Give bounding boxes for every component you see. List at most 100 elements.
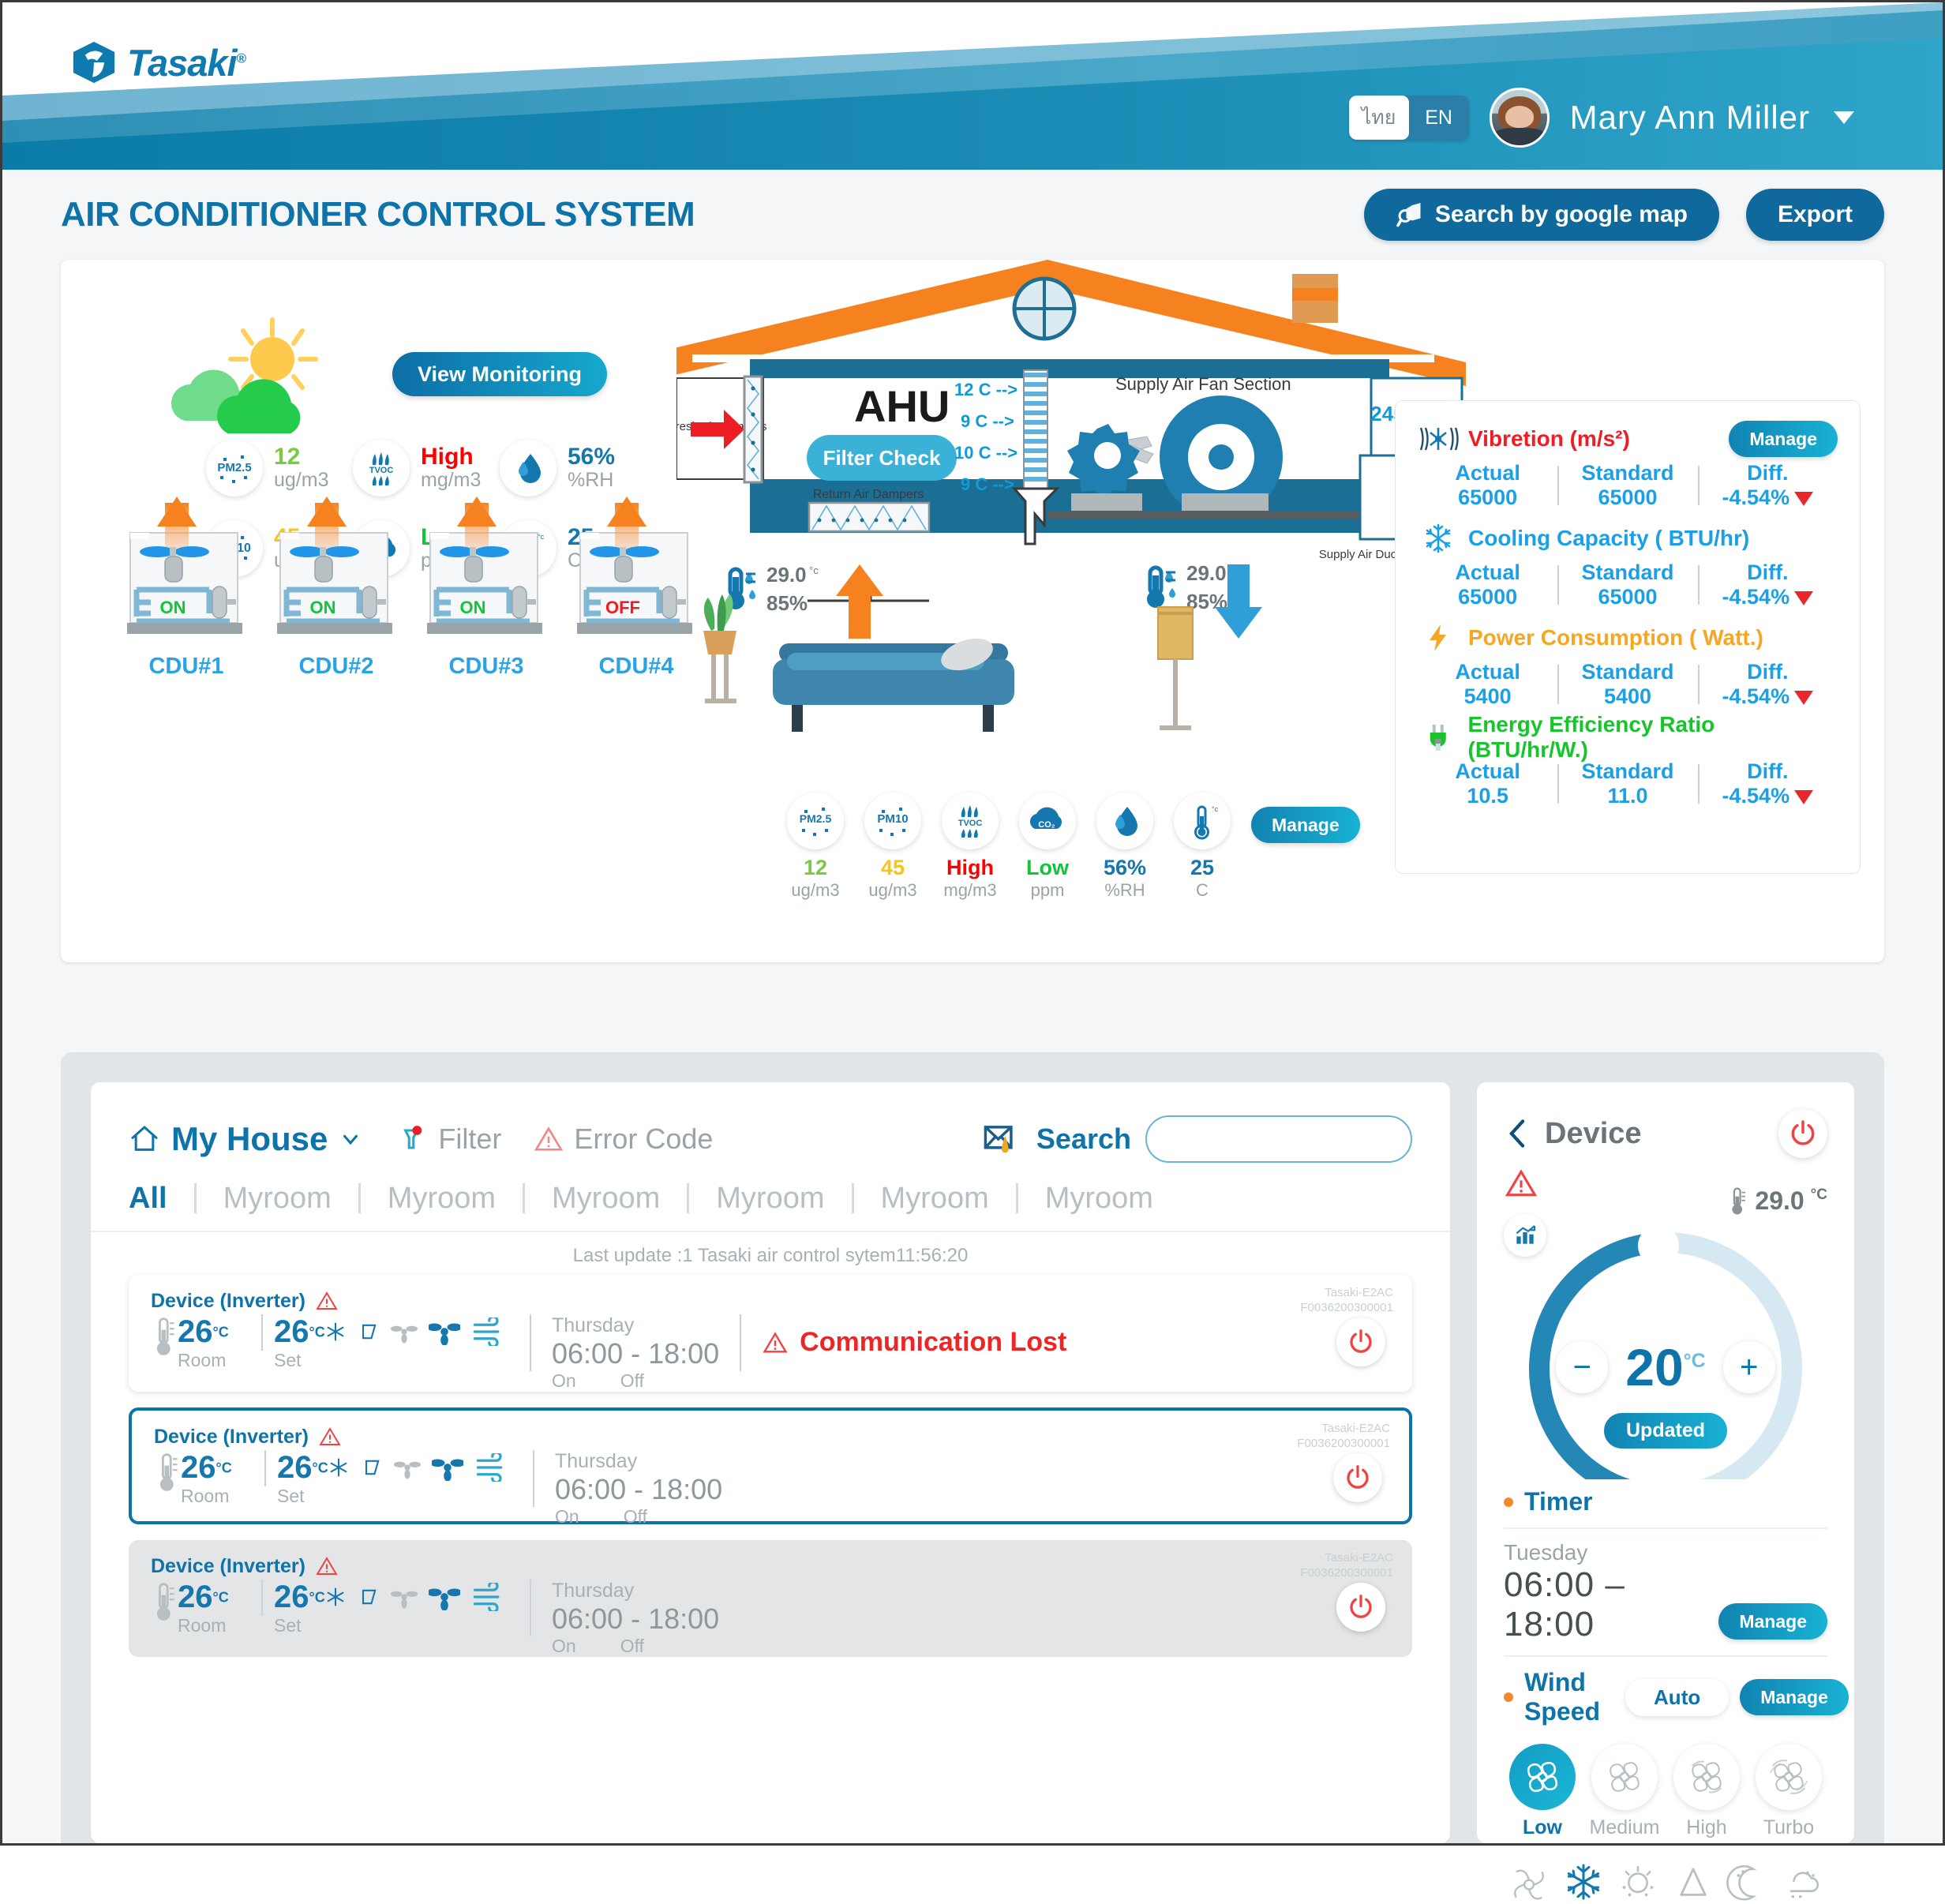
- user-name[interactable]: Mary Ann Miller: [1570, 99, 1810, 137]
- room-sensor-manage-button[interactable]: Manage: [1251, 807, 1360, 843]
- bullet-dot: [1504, 1692, 1513, 1702]
- metric-manage-label: Manage: [1749, 428, 1817, 449]
- house-selector[interactable]: My House: [129, 1120, 362, 1158]
- set-temperature-value: 20: [1625, 1338, 1684, 1396]
- temperature-dial[interactable]: − 20°C + Updated: [1504, 1219, 1827, 1505]
- logo-text: Tasaki®: [127, 41, 246, 84]
- room-temp-caption: Room: [178, 1350, 227, 1370]
- wind-auto-label: Auto: [1654, 1685, 1701, 1709]
- overview-panel: View Monitoring PM2.5 12 ug/m3 TVOC High m…: [61, 260, 1884, 962]
- metric-standard-label: Standard: [1581, 759, 1674, 783]
- dry-icon[interactable]: [1780, 1860, 1824, 1904]
- cdu-diagram-icon: ON: [427, 497, 542, 634]
- wind-auto-button[interactable]: Auto: [1625, 1678, 1730, 1716]
- fan-icon-turbo[interactable]: [1756, 1744, 1822, 1810]
- device-serial: Tasaki-E2AC F0036200300001: [1300, 1286, 1393, 1316]
- mail-alert-icon: [984, 1126, 1013, 1153]
- fan-icon-medium[interactable]: [1591, 1744, 1658, 1810]
- error-code-button[interactable]: Error Code: [533, 1123, 713, 1156]
- metric-title: Cooling Capacity ( BTU/hr): [1468, 526, 1750, 550]
- search-input[interactable]: [1145, 1115, 1412, 1163]
- room-sensor-item: 56% %RH: [1096, 793, 1153, 901]
- set-temp-caption: Set: [274, 1350, 302, 1370]
- chevron-down-icon[interactable]: [1834, 111, 1854, 124]
- table-row[interactable]: Tasaki-E2AC F0036200300001 Device (Inver…: [129, 1407, 1412, 1527]
- table-row[interactable]: Tasaki-E2AC F0036200300001 Device (Inver…: [129, 1275, 1412, 1392]
- metric-actual-value: 10.5: [1467, 784, 1508, 808]
- chevron-down-icon[interactable]: [339, 1127, 362, 1151]
- tab-myroom-6[interactable]: Myroom: [1018, 1183, 1180, 1213]
- sun-icon[interactable]: [1616, 1860, 1660, 1904]
- page-titlebar: AIR CONDITIONER CONTROL SYSTEM Search by…: [2, 170, 1943, 260]
- wind-manage-button[interactable]: Manage: [1740, 1679, 1849, 1715]
- view-monitoring-button[interactable]: View Monitoring: [392, 352, 607, 396]
- updated-badge[interactable]: Updated: [1604, 1413, 1727, 1449]
- search-by-google-map-label: Search by google map: [1434, 201, 1688, 227]
- fan-speed-high[interactable]: High: [1668, 1744, 1745, 1839]
- timer-manage-button[interactable]: Manage: [1718, 1603, 1827, 1640]
- sensor-unit: mg/m3: [421, 469, 482, 492]
- tab-myroom-2[interactable]: Myroom: [361, 1183, 526, 1213]
- snowflake-icon: [327, 1322, 344, 1341]
- logo-registered: ®: [236, 50, 246, 66]
- avatar[interactable]: [1489, 88, 1550, 148]
- brand-logo[interactable]: Tasaki®: [72, 40, 246, 84]
- metric-manage-button[interactable]: Manage: [1729, 421, 1838, 457]
- power-button[interactable]: [1336, 1583, 1385, 1632]
- coil-temp: 12 C -->: [954, 380, 1017, 399]
- set-temperature: 20°C: [1625, 1337, 1705, 1397]
- export-label: Export: [1777, 201, 1853, 227]
- cdu-label: CDU#3: [448, 654, 524, 679]
- language-toggle[interactable]: ไทย EN: [1348, 96, 1469, 140]
- avatar-body: [1493, 128, 1546, 145]
- back-chevron-icon[interactable]: [1504, 1116, 1531, 1151]
- table-row[interactable]: Tasaki-E2AC F0036200300001 Device (Inver…: [129, 1540, 1412, 1657]
- tab-myroom-5[interactable]: Myroom: [854, 1183, 1018, 1213]
- wind-manage-label: Manage: [1760, 1686, 1828, 1707]
- snowflake-icon[interactable]: [1561, 1860, 1606, 1904]
- fan-speed-turbo[interactable]: Turbo: [1750, 1744, 1827, 1839]
- device-serial-no: F0036200300001: [1300, 1300, 1393, 1314]
- moon-icon[interactable]: [1726, 1860, 1770, 1904]
- dry-mode-icon: [362, 1324, 377, 1340]
- temperature-group: 26°C Room 26°C Set: [178, 1314, 347, 1371]
- search-by-google-map-button[interactable]: Search by google map: [1363, 189, 1719, 241]
- cdu-unit[interactable]: ON CDU#1: [119, 495, 253, 680]
- warning-triangle-icon: [534, 1126, 564, 1151]
- metric-standard-label: Standard: [1581, 560, 1674, 584]
- tab-myroom-1[interactable]: Myroom: [197, 1183, 361, 1213]
- power-button[interactable]: [1333, 1453, 1382, 1502]
- filter-button[interactable]: Filter: [394, 1122, 501, 1156]
- pm10-icon: PM10: [864, 793, 921, 849]
- lang-option-en[interactable]: EN: [1409, 96, 1469, 140]
- cdu-unit[interactable]: ON CDU#3: [419, 495, 553, 680]
- set-temp-unit: °C: [309, 1589, 325, 1606]
- room-temp-value: 26: [178, 1314, 213, 1349]
- tab-myroom-3[interactable]: Myroom: [525, 1183, 690, 1213]
- lang-option-thai[interactable]: ไทย: [1348, 96, 1409, 140]
- fan-speed-medium[interactable]: Medium: [1586, 1744, 1663, 1839]
- metric-diff-value: -4.54%: [1722, 585, 1790, 609]
- off-caption: Off: [623, 1506, 647, 1527]
- warning-triangle-icon[interactable]: [1504, 1166, 1538, 1201]
- power-button[interactable]: [1336, 1317, 1385, 1366]
- device-power-button[interactable]: [1778, 1109, 1827, 1158]
- export-button[interactable]: Export: [1745, 189, 1884, 241]
- fan-icon-high[interactable]: [1673, 1744, 1740, 1810]
- metric-vibration: Vibretion (m/s²) Manage Actual 65000 Stan…: [1418, 418, 1838, 510]
- device-section: My House Filter Error Code Search All My…: [61, 1052, 1884, 1901]
- temp-increase-button[interactable]: +: [1722, 1341, 1775, 1393]
- cdu-unit[interactable]: ON CDU#2: [269, 495, 403, 680]
- warning-triangle-icon: [316, 1291, 338, 1310]
- fan-speed-low[interactable]: Low: [1504, 1744, 1581, 1839]
- metric-diff: Diff. -4.54%: [1697, 461, 1838, 510]
- temp-decrease-button[interactable]: −: [1556, 1341, 1609, 1393]
- heat-icon[interactable]: [1671, 1860, 1715, 1904]
- auto-fan-icon[interactable]: [1507, 1860, 1551, 1904]
- trend-down-icon: [1794, 492, 1814, 506]
- tab-myroom-4[interactable]: Myroom: [689, 1183, 854, 1213]
- map-search-icon: [1396, 203, 1421, 227]
- dry-mode-icon: [365, 1460, 380, 1475]
- tab-all[interactable]: All: [129, 1183, 197, 1213]
- fan-icon-low[interactable]: [1509, 1744, 1576, 1810]
